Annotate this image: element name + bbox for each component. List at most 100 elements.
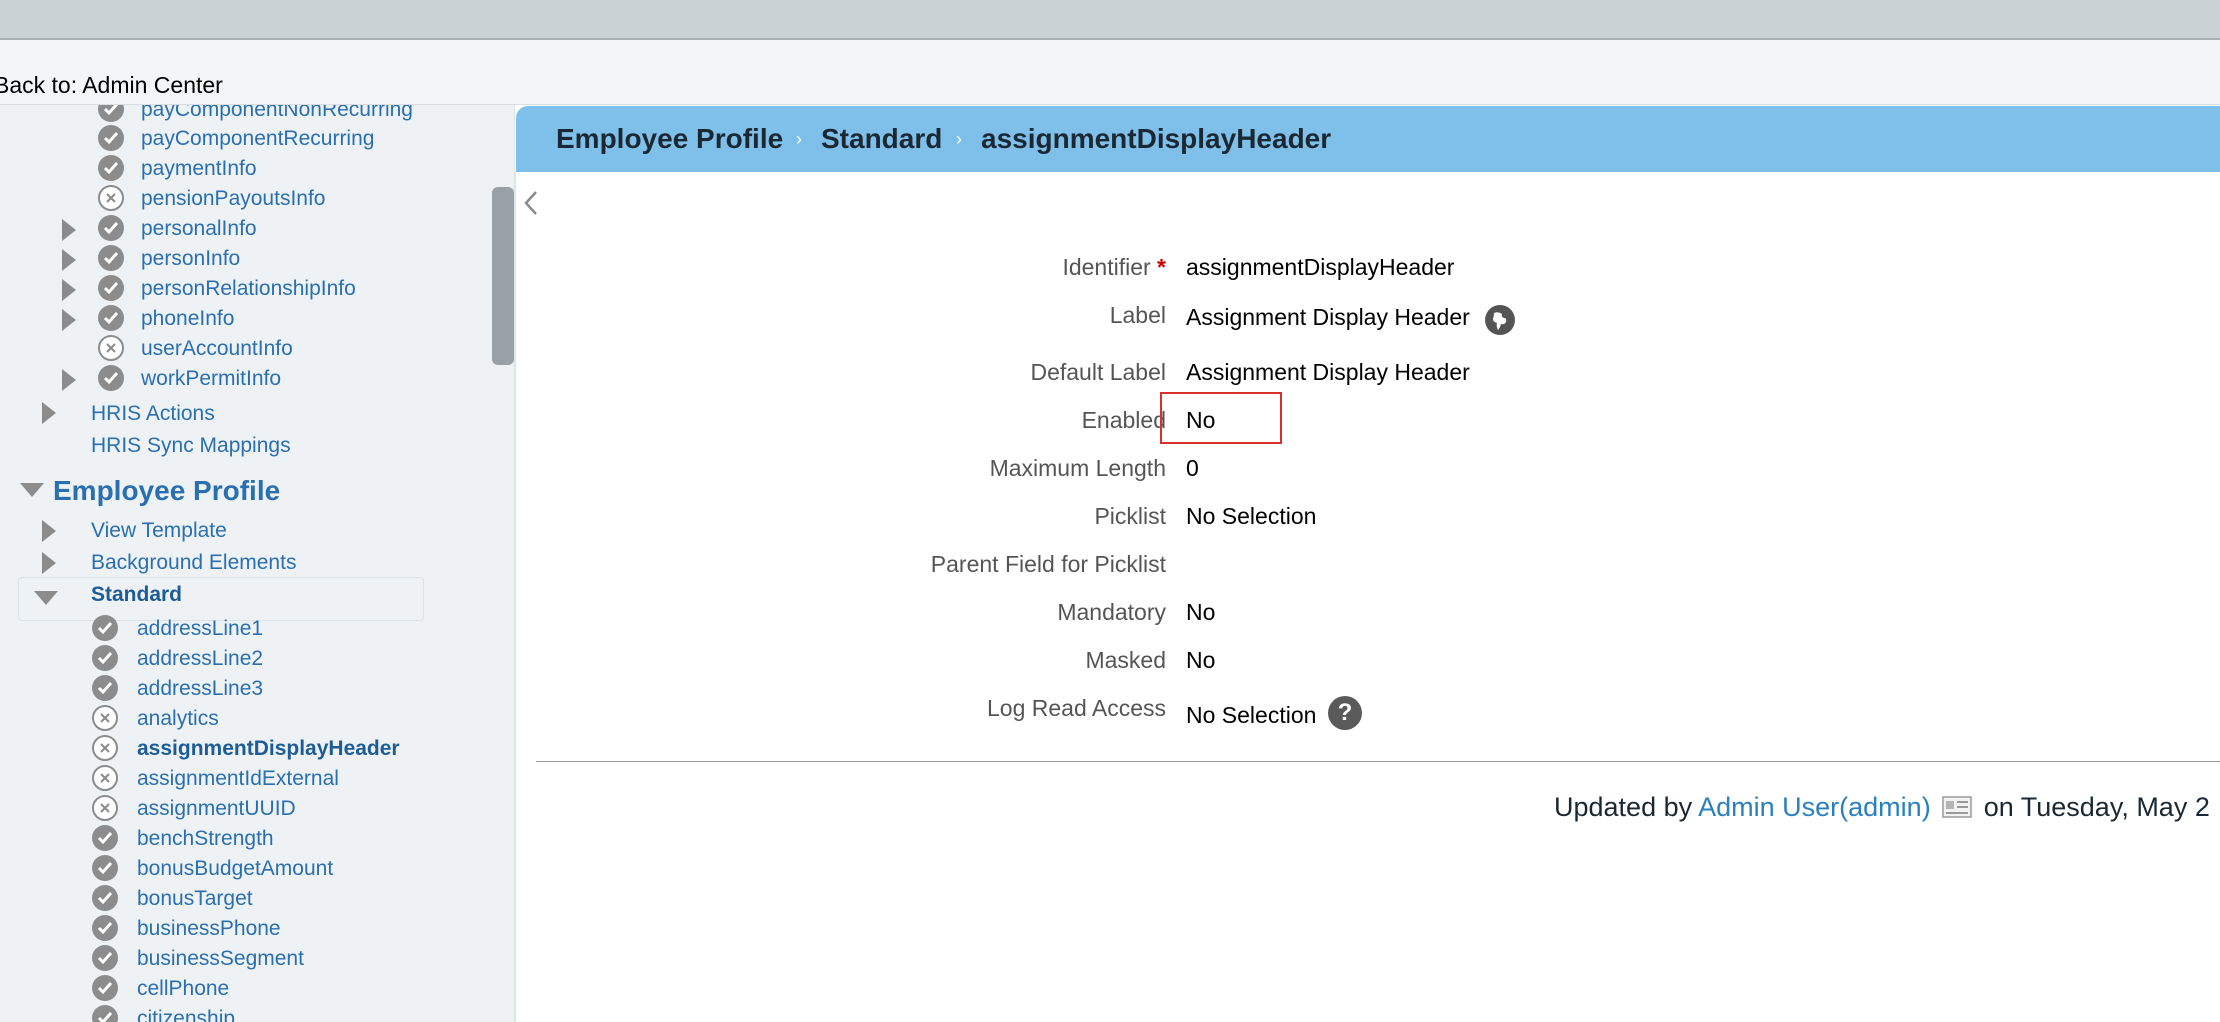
masked-label: Masked: [1085, 647, 1166, 673]
chevron-left-icon[interactable]: [522, 188, 540, 218]
parent-field-label: Parent Field for Picklist: [930, 551, 1166, 577]
enabled-label: Enabled: [1081, 407, 1166, 433]
masked-value: No: [1186, 647, 1216, 673]
tree-item-bonusBudgetAmount[interactable]: bonusBudgetAmount: [137, 857, 333, 881]
check-circle-icon: [92, 915, 118, 941]
updated-by-footer: Updated by Admin User(admin) on Tuesday,…: [1554, 792, 2210, 823]
identifier-value: assignmentDisplayHeader: [1186, 254, 1455, 280]
tree-item-citizenship[interactable]: citizenship: [137, 1007, 235, 1022]
breadcrumb-employee-profile[interactable]: Employee Profile: [556, 123, 783, 155]
caret-right-icon[interactable]: [62, 369, 76, 391]
tree-item-phoneInfo[interactable]: phoneInfo: [141, 307, 234, 331]
breadcrumb-current: assignmentDisplayHeader: [981, 123, 1332, 154]
check-circle-icon: [98, 105, 124, 122]
top-bar: [0, 0, 2220, 40]
breadcrumb-separator: ›: [796, 129, 802, 149]
breadcrumb-separator: ›: [956, 129, 962, 149]
tree-item-bonusTarget[interactable]: bonusTarget: [137, 887, 253, 911]
tree-item-addressLine2[interactable]: addressLine2: [137, 647, 263, 671]
mandatory-label: Mandatory: [1057, 599, 1166, 625]
main-left-border: [514, 172, 516, 1022]
back-to-admin-center-link[interactable]: Back to: Admin Center: [0, 72, 223, 99]
check-circle-icon: [98, 215, 124, 241]
section-divider: [536, 761, 2220, 762]
mandatory-value: No: [1186, 599, 1216, 625]
tree-item-assignmentUUID[interactable]: assignmentUUID: [137, 797, 296, 821]
check-circle-icon: [98, 305, 124, 331]
log-read-access-label: Log Read Access: [986, 695, 1166, 721]
tree-item-addressLine3[interactable]: addressLine3: [137, 677, 263, 701]
check-circle-icon: [92, 945, 118, 971]
x-circle-icon: [92, 705, 118, 731]
tree-item-addressLine1[interactable]: addressLine1: [137, 617, 263, 641]
tree-item-workPermitInfo[interactable]: workPermitInfo: [141, 367, 281, 391]
sidebar-scrollbar-thumb[interactable]: [492, 187, 514, 365]
caret-right-icon[interactable]: [62, 279, 76, 301]
tree-item-background-elements[interactable]: Background Elements: [91, 551, 296, 575]
tree-item-benchStrength[interactable]: benchStrength: [137, 827, 274, 851]
tree-item-assignmentDisplayHeader[interactable]: assignmentDisplayHeader: [137, 737, 400, 761]
contact-card-icon[interactable]: [1942, 796, 1972, 818]
caret-right-icon[interactable]: [62, 249, 76, 271]
caret-down-icon[interactable]: [34, 591, 58, 605]
tree-item-payComponentRecurring[interactable]: payComponentRecurring: [141, 127, 374, 151]
tree-item-personInfo[interactable]: personInfo: [141, 247, 240, 271]
maximum-length-value: 0: [1186, 455, 1199, 481]
check-circle-icon: [92, 885, 118, 911]
check-circle-icon: [98, 365, 124, 391]
caret-right-icon[interactable]: [62, 219, 76, 241]
tree-item-hris-sync-mappings[interactable]: HRIS Sync Mappings: [91, 434, 291, 458]
tree-item-assignmentIdExternal[interactable]: assignmentIdExternal: [137, 767, 339, 791]
default-label-value: Assignment Display Header: [1186, 359, 1470, 385]
x-circle-icon: [98, 335, 124, 361]
tree-item-hris-actions[interactable]: HRIS Actions: [91, 402, 215, 426]
check-circle-icon: [92, 825, 118, 851]
picklist-label: Picklist: [1094, 503, 1166, 529]
check-circle-icon: [92, 675, 118, 701]
tree-item-personRelationshipInfo[interactable]: personRelationshipInfo: [141, 277, 356, 301]
tree-item-paymentInfo[interactable]: paymentInfo: [141, 157, 257, 181]
check-circle-icon: [92, 615, 118, 641]
caret-right-icon[interactable]: [42, 520, 56, 542]
check-circle-icon: [98, 245, 124, 271]
updated-by-user-link[interactable]: Admin User(admin): [1698, 792, 1931, 822]
check-circle-icon: [92, 855, 118, 881]
default-label-label: Default Label: [1030, 359, 1166, 385]
x-circle-icon: [92, 765, 118, 791]
check-circle-icon: [92, 1005, 118, 1022]
updated-by-suffix: on Tuesday, May 2: [1983, 792, 2210, 822]
tree-item-view-template[interactable]: View Template: [91, 519, 227, 543]
caret-down-icon[interactable]: [20, 483, 44, 497]
caret-right-icon[interactable]: [62, 309, 76, 331]
check-circle-icon: [92, 645, 118, 671]
breadcrumb: Employee Profile › Standard › assignment…: [516, 106, 2220, 172]
tree-item-analytics[interactable]: analytics: [137, 707, 219, 731]
tree-item-payComponentNonRecurring[interactable]: payComponentNonRecurring: [141, 105, 413, 122]
tree-item-cellPhone[interactable]: cellPhone: [137, 977, 229, 1001]
help-icon[interactable]: ?: [1328, 696, 1362, 730]
breadcrumb-standard[interactable]: Standard: [821, 123, 942, 155]
identifier-label: Identifier *: [1062, 254, 1166, 280]
enabled-highlight-box: [1160, 392, 1282, 444]
caret-right-icon[interactable]: [42, 552, 56, 574]
check-circle-icon: [98, 125, 124, 151]
tree-item-businessPhone[interactable]: businessPhone: [137, 917, 281, 941]
x-circle-icon: [98, 185, 124, 211]
x-circle-icon: [92, 795, 118, 821]
required-marker: *: [1157, 254, 1166, 280]
tree-item-businessSegment[interactable]: businessSegment: [137, 947, 304, 971]
employee-profile-section-box: [18, 577, 424, 621]
tree-item-personalInfo[interactable]: personalInfo: [141, 217, 257, 241]
tree-item-userAccountInfo[interactable]: userAccountInfo: [141, 337, 293, 361]
globe-icon[interactable]: [1484, 304, 1516, 336]
tree-item-standard[interactable]: Standard: [91, 583, 182, 607]
maximum-length-label: Maximum Length: [989, 455, 1166, 481]
x-circle-icon: [92, 735, 118, 761]
check-circle-icon: [92, 975, 118, 1001]
tree-section-employee-profile[interactable]: Employee Profile: [53, 475, 280, 507]
caret-right-icon[interactable]: [42, 402, 56, 424]
check-circle-icon: [98, 275, 124, 301]
label-value: Assignment Display Header: [1186, 304, 1470, 330]
back-bar: Back to: Admin Center: [0, 40, 2220, 105]
tree-item-pensionPayoutsInfo[interactable]: pensionPayoutsInfo: [141, 187, 325, 211]
